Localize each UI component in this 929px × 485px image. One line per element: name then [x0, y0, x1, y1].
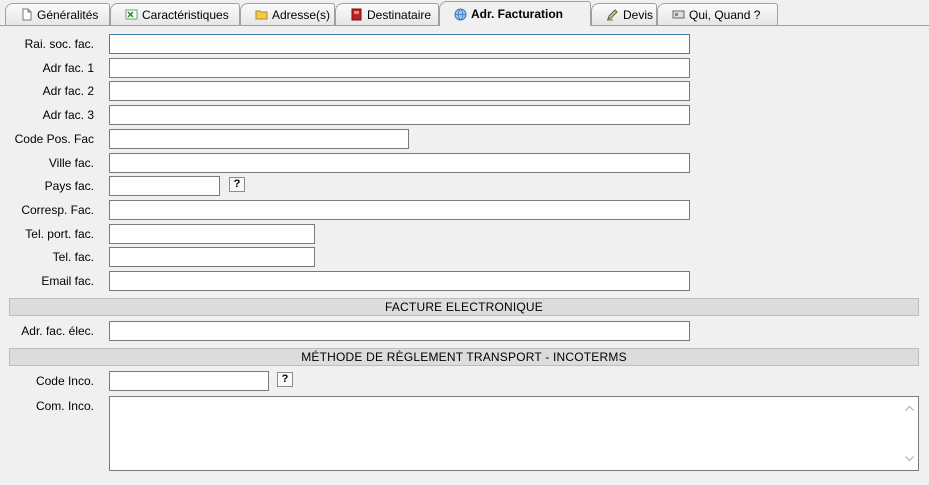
folder-icon [255, 10, 268, 20]
document-icon [22, 8, 32, 21]
tab-caracteristiques[interactable]: Caractéristiques [110, 3, 240, 25]
corresp-fac-label: Corresp. Fac. [21, 203, 94, 217]
com-inco-label: Com. Inco. [35, 399, 94, 413]
adr-fac-3-input[interactable] [109, 105, 690, 125]
tab-label: Caractéristiques [142, 7, 229, 22]
rai-soc-fac-input[interactable] [109, 34, 690, 54]
globe-icon [454, 8, 467, 20]
adr-fac-elec-label: Adr. fac. élec. [21, 324, 94, 338]
code-inco-input[interactable] [109, 371, 269, 391]
tab-label: Devis [623, 7, 654, 22]
tab-label: Adr. Facturation [471, 7, 564, 21]
pays-fac-label: Pays fac. [44, 179, 94, 193]
rai-soc-fac-label: Rai. soc. fac. [24, 37, 94, 51]
tel-fac-label: Tel. fac. [52, 250, 94, 264]
adr-fac-2-input[interactable] [109, 81, 690, 101]
tab-adresses[interactable]: Adresse(s) [240, 3, 335, 25]
adr-fac-1-input[interactable] [109, 58, 690, 78]
adr-fac-2-label: Adr fac. 2 [42, 84, 94, 98]
code-pos-fac-input[interactable] [109, 129, 409, 149]
email-fac-input[interactable] [109, 271, 690, 291]
tel-fac-input[interactable] [109, 247, 315, 267]
spreadsheet-icon [125, 9, 138, 20]
adr-fac-3-label: Adr fac. 3 [42, 108, 94, 122]
adr-fac-elec-input[interactable] [109, 321, 690, 341]
tab-label: Adresse(s) [272, 7, 331, 22]
tab-devis[interactable]: Devis [591, 3, 657, 25]
vertical-scrollbar[interactable] [901, 397, 918, 470]
ville-fac-label: Ville fac. [48, 156, 94, 170]
pays-fac-input[interactable] [109, 176, 220, 196]
code-pos-fac-label: Code Pos. Fac [14, 132, 94, 146]
code-inco-label: Code Inco. [35, 374, 94, 388]
section-facture-electronique: FACTURE ELECTRONIQUE [9, 298, 919, 316]
tab-qui-quand[interactable]: Qui, Quand ? [657, 3, 778, 25]
address-book-icon [351, 8, 362, 21]
ville-fac-input[interactable] [109, 153, 690, 173]
tab-label: Qui, Quand ? [689, 7, 761, 22]
tel-port-fac-input[interactable] [109, 224, 315, 244]
tab-destinataire[interactable]: Destinataire [335, 3, 439, 25]
tab-bar: Généralités Caractéristiques Adresse(s) … [0, 0, 929, 26]
scroll-down-arrow-icon[interactable] [905, 456, 914, 462]
pays-help-button[interactable]: ? [229, 177, 245, 192]
pencil-icon [607, 9, 618, 21]
email-fac-label: Email fac. [41, 274, 94, 288]
adr-fac-1-label: Adr fac. 1 [42, 61, 94, 75]
corresp-fac-input[interactable] [109, 200, 690, 220]
scroll-up-arrow-icon[interactable] [905, 405, 914, 411]
tab-generalites[interactable]: Généralités [5, 3, 110, 25]
section-incoterms: MÉTHODE DE RÈGLEMENT TRANSPORT - INCOTER… [9, 348, 919, 366]
tab-label: Destinataire [367, 7, 432, 22]
tab-adr-facturation[interactable]: Adr. Facturation [439, 1, 591, 26]
card-icon [672, 10, 685, 19]
tel-port-fac-label: Tel. port. fac. [25, 227, 94, 241]
code-inco-help-button[interactable]: ? [277, 372, 293, 387]
com-inco-textarea[interactable] [109, 396, 919, 471]
tab-label: Généralités [37, 7, 99, 22]
